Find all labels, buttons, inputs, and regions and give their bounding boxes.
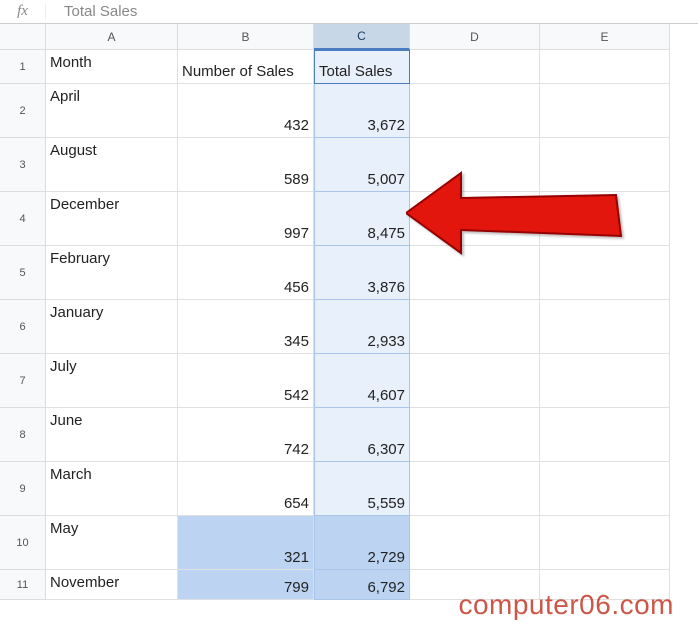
cell-sales-count[interactable]: 456 <box>178 246 314 300</box>
row-header[interactable]: 11 <box>0 570 46 600</box>
col-header-e[interactable]: E <box>540 24 670 50</box>
cell-sales-count[interactable]: 997 <box>178 192 314 246</box>
row-header[interactable]: 6 <box>0 300 46 354</box>
formula-bar: fx <box>0 0 698 24</box>
cell-sales-count[interactable]: 321 <box>178 516 314 570</box>
cell-c1[interactable]: Total Sales <box>314 50 410 84</box>
cell-sales-count[interactable]: 654 <box>178 462 314 516</box>
cell-empty[interactable] <box>410 408 540 462</box>
row-header[interactable]: 5 <box>0 246 46 300</box>
cell-a1[interactable]: Month <box>46 50 178 84</box>
table-row: 10May3212,729 <box>0 516 698 570</box>
cell-month[interactable]: April <box>46 84 178 138</box>
row-header[interactable]: 9 <box>0 462 46 516</box>
cell-empty[interactable] <box>410 138 540 192</box>
cell-empty[interactable] <box>410 300 540 354</box>
cell-empty[interactable] <box>410 192 540 246</box>
cell-total-sales[interactable]: 6,792 <box>314 570 410 600</box>
table-row: 4December9978,475 <box>0 192 698 246</box>
cell-total-sales[interactable]: 2,933 <box>314 300 410 354</box>
row-header[interactable]: 4 <box>0 192 46 246</box>
cell-empty[interactable] <box>540 300 670 354</box>
cell-month[interactable]: March <box>46 462 178 516</box>
row-header[interactable]: 8 <box>0 408 46 462</box>
fx-icon: fx <box>0 3 46 20</box>
cell-sales-count[interactable]: 345 <box>178 300 314 354</box>
cell-month[interactable]: August <box>46 138 178 192</box>
cell-total-sales[interactable]: 5,007 <box>314 138 410 192</box>
cell-total-sales[interactable]: 3,672 <box>314 84 410 138</box>
cell-month[interactable]: November <box>46 570 178 600</box>
cell-empty[interactable] <box>540 408 670 462</box>
cell-empty[interactable] <box>540 84 670 138</box>
col-header-d[interactable]: D <box>410 24 540 50</box>
column-header-row: A B C D E <box>0 24 698 50</box>
cell-d1[interactable] <box>410 50 540 84</box>
cell-e1[interactable] <box>540 50 670 84</box>
cell-empty[interactable] <box>540 192 670 246</box>
cell-empty[interactable] <box>540 516 670 570</box>
cell-month[interactable]: May <box>46 516 178 570</box>
cell-empty[interactable] <box>410 84 540 138</box>
col-header-a[interactable]: A <box>46 24 178 50</box>
cell-total-sales[interactable]: 8,475 <box>314 192 410 246</box>
cell-empty[interactable] <box>410 516 540 570</box>
watermark-text: computer06.com <box>458 589 674 621</box>
cell-empty[interactable] <box>410 246 540 300</box>
row-header[interactable]: 7 <box>0 354 46 408</box>
cell-sales-count[interactable]: 799 <box>178 570 314 600</box>
cell-empty[interactable] <box>540 354 670 408</box>
spreadsheet-grid[interactable]: A B C D E 1 Month Number of Sales Total … <box>0 24 698 600</box>
cell-sales-count[interactable]: 589 <box>178 138 314 192</box>
table-row: 9March6545,559 <box>0 462 698 516</box>
col-header-b[interactable]: B <box>178 24 314 50</box>
cell-total-sales[interactable]: 5,559 <box>314 462 410 516</box>
cell-total-sales[interactable]: 4,607 <box>314 354 410 408</box>
table-row: 2April4323,672 <box>0 84 698 138</box>
formula-input[interactable] <box>46 3 698 20</box>
row-header[interactable]: 10 <box>0 516 46 570</box>
table-row: 5February4563,876 <box>0 246 698 300</box>
cell-empty[interactable] <box>410 462 540 516</box>
cell-total-sales[interactable]: 6,307 <box>314 408 410 462</box>
table-row: 8June7426,307 <box>0 408 698 462</box>
table-row: 6January3452,933 <box>0 300 698 354</box>
cell-month[interactable]: June <box>46 408 178 462</box>
cell-month[interactable]: December <box>46 192 178 246</box>
cell-empty[interactable] <box>540 462 670 516</box>
cell-sales-count[interactable]: 742 <box>178 408 314 462</box>
cell-empty[interactable] <box>540 138 670 192</box>
row-header-1[interactable]: 1 <box>0 50 46 84</box>
table-row: 7July5424,607 <box>0 354 698 408</box>
cell-sales-count[interactable]: 432 <box>178 84 314 138</box>
row-header[interactable]: 3 <box>0 138 46 192</box>
cell-month[interactable]: February <box>46 246 178 300</box>
cell-month[interactable]: July <box>46 354 178 408</box>
table-row: 3August5895,007 <box>0 138 698 192</box>
cell-total-sales[interactable]: 3,876 <box>314 246 410 300</box>
select-all-corner[interactable] <box>0 24 46 50</box>
cell-total-sales[interactable]: 2,729 <box>314 516 410 570</box>
cell-sales-count[interactable]: 542 <box>178 354 314 408</box>
col-header-c[interactable]: C <box>314 24 410 50</box>
cell-empty[interactable] <box>540 246 670 300</box>
table-header-row: 1 Month Number of Sales Total Sales <box>0 50 698 84</box>
cell-b1[interactable]: Number of Sales <box>178 50 314 84</box>
cell-month[interactable]: January <box>46 300 178 354</box>
row-header[interactable]: 2 <box>0 84 46 138</box>
cell-empty[interactable] <box>410 354 540 408</box>
